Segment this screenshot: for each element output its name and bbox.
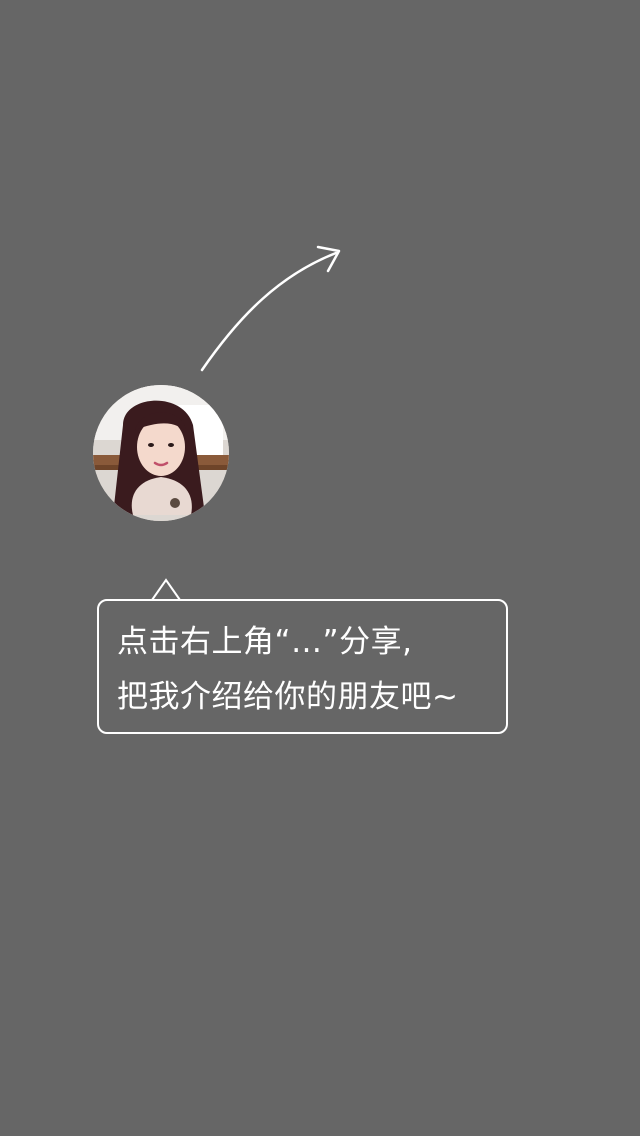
share-hint-line-2: 把我介绍给你的朋友吧~	[117, 679, 459, 715]
profile-photo	[93, 385, 229, 521]
share-guide-overlay[interactable]: 点击右上角“…”分享, 把我介绍给你的朋友吧~	[0, 0, 640, 1136]
curved-arrow-icon	[200, 245, 341, 372]
share-hint-bubble: 点击右上角“…”分享, 把我介绍给你的朋友吧~	[97, 599, 508, 734]
share-hint-line-1: 点击右上角“…”分享,	[117, 624, 413, 660]
avatar	[93, 385, 229, 521]
